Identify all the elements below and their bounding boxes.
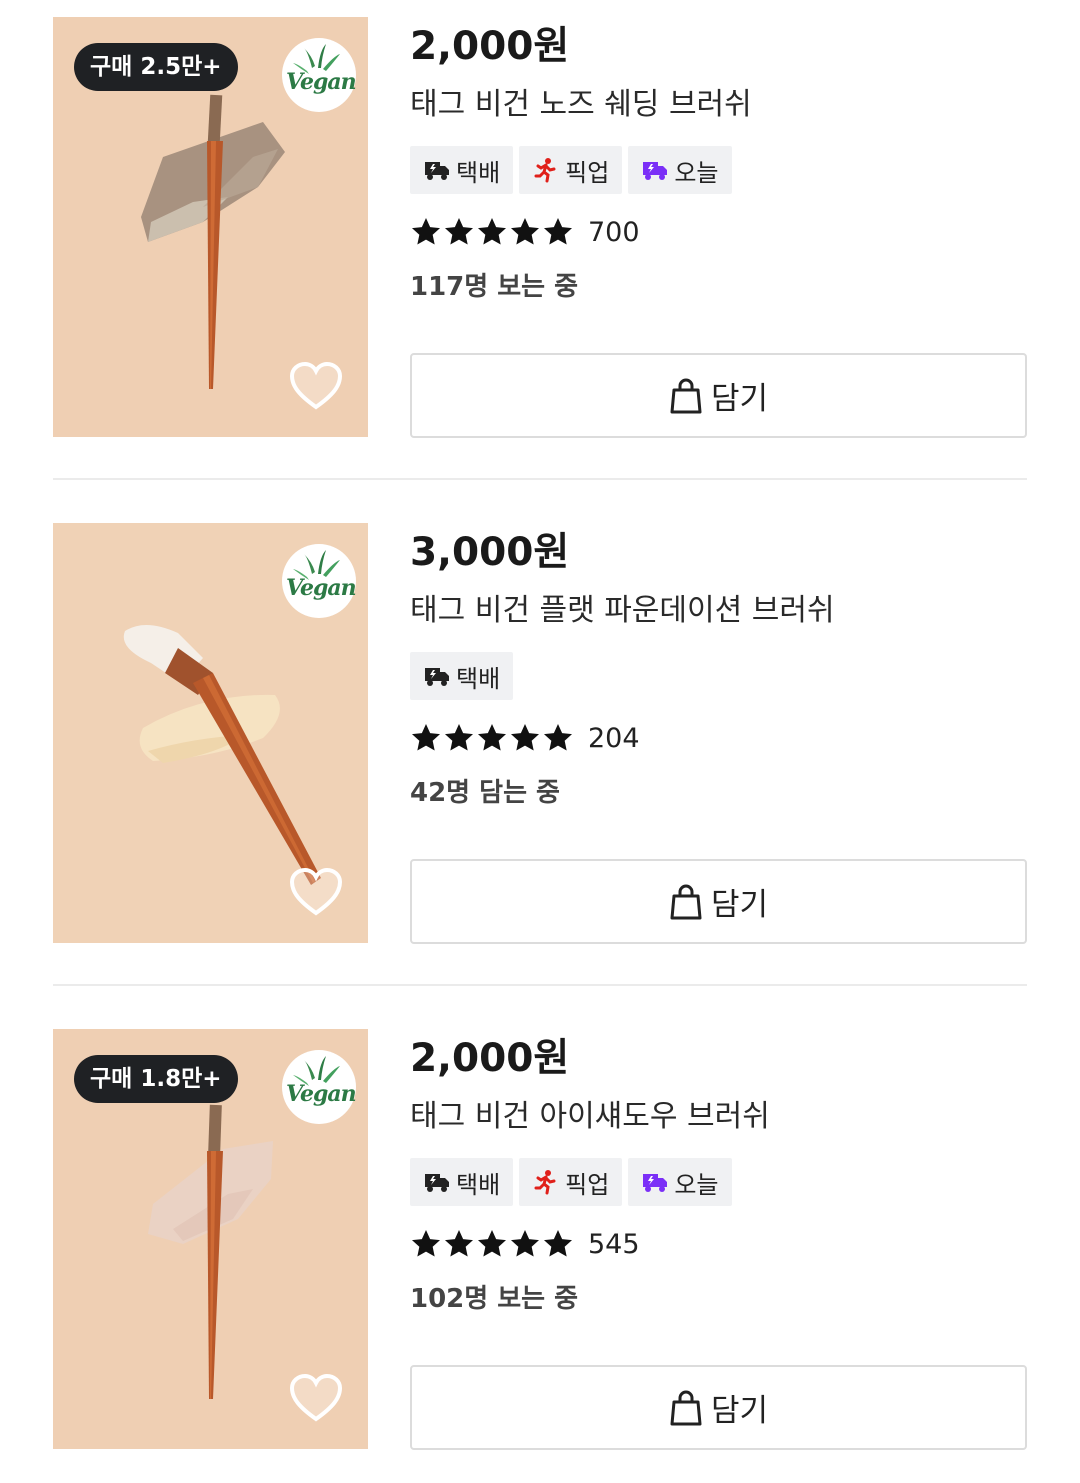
divider bbox=[53, 478, 1027, 480]
tag-label: 픽업 bbox=[565, 1170, 610, 1199]
purchase-count-badge: 구매 1.8만+ bbox=[74, 1055, 238, 1103]
tag-label: 픽업 bbox=[565, 158, 610, 187]
wishlist-heart-icon[interactable] bbox=[289, 1373, 343, 1423]
tag-today: 오늘 bbox=[628, 1158, 732, 1206]
vegan-certification-icon: Vegan bbox=[282, 38, 357, 112]
tag-label: 택배 bbox=[456, 664, 501, 693]
cart-button-label: 담기 bbox=[710, 887, 769, 923]
star-icon bbox=[544, 1230, 572, 1257]
tag-pickup: 픽업 bbox=[519, 146, 623, 194]
vegan-certification-icon: Vegan bbox=[282, 1050, 357, 1124]
review-count: 700 bbox=[588, 216, 640, 248]
wishlist-heart-icon[interactable] bbox=[289, 361, 343, 411]
product-card[interactable]: 구매 1.8만+ Vegan 2,000원 태그 비건 아이섀도우 브러쉬 택배… bbox=[53, 1029, 1027, 1450]
star-icon bbox=[511, 1230, 539, 1257]
product-card[interactable]: Vegan 3,000원 태그 비건 플랫 파운데이션 브러쉬 택배 204 4… bbox=[53, 523, 1027, 944]
star-icon bbox=[412, 724, 440, 751]
star-icon bbox=[412, 218, 440, 245]
product-list: 구매 2.5만+ Vegan 2,000원 태그 비건 노즈 쉐딩 브러쉬 택배… bbox=[0, 0, 1080, 1483]
add-to-cart-button[interactable]: 담기 bbox=[410, 353, 1027, 438]
divider bbox=[53, 984, 1027, 986]
add-to-cart-button[interactable]: 담기 bbox=[410, 1365, 1027, 1450]
tag-label: 택배 bbox=[456, 1170, 501, 1199]
review-count: 545 bbox=[588, 1228, 640, 1260]
tag-label: 택배 bbox=[456, 158, 501, 187]
product-card[interactable]: 구매 2.5만+ Vegan 2,000원 태그 비건 노즈 쉐딩 브러쉬 택배… bbox=[53, 17, 1027, 438]
rating: 204 bbox=[410, 721, 640, 755]
star-icon bbox=[544, 218, 572, 245]
pickup-runner-icon bbox=[533, 157, 559, 183]
delivery-truck-icon bbox=[424, 663, 450, 689]
product-info: 2,000원 태그 비건 아이섀도우 브러쉬 택배 픽업 오늘 545 102명… bbox=[410, 1029, 1027, 1450]
star-icon bbox=[445, 218, 473, 245]
tag-pickup: 픽업 bbox=[519, 1158, 623, 1206]
activity-text: 102명 보는 중 bbox=[410, 1284, 579, 1314]
product-price: 3,000원 bbox=[410, 530, 570, 575]
product-name[interactable]: 태그 비건 아이섀도우 브러쉬 bbox=[410, 1091, 770, 1135]
product-name[interactable]: 태그 비건 플랫 파운데이션 브러쉬 bbox=[410, 585, 835, 629]
rating: 545 bbox=[410, 1227, 640, 1261]
star-icon bbox=[544, 724, 572, 751]
activity-text: 117명 보는 중 bbox=[410, 272, 579, 302]
cart-button-label: 담기 bbox=[710, 381, 769, 417]
star-icon bbox=[511, 724, 539, 751]
star-rating bbox=[410, 216, 574, 248]
delivery-truck-icon bbox=[424, 1169, 450, 1195]
star-icon bbox=[445, 1230, 473, 1257]
delivery-tags: 택배 bbox=[410, 652, 514, 700]
activity-text: 42명 담는 중 bbox=[410, 778, 560, 808]
shopping-bag-icon bbox=[670, 1390, 702, 1425]
wishlist-heart-icon[interactable] bbox=[289, 867, 343, 917]
tag-delivery: 택배 bbox=[410, 1158, 514, 1206]
product-price: 2,000원 bbox=[410, 1036, 570, 1081]
product-info: 2,000원 태그 비건 노즈 쉐딩 브러쉬 택배 픽업 오늘 700 117명… bbox=[410, 17, 1027, 438]
review-count: 204 bbox=[588, 722, 640, 754]
star-rating bbox=[410, 722, 574, 754]
shopping-bag-icon bbox=[670, 884, 702, 919]
star-icon bbox=[445, 724, 473, 751]
cart-button-label: 담기 bbox=[710, 1393, 769, 1429]
tag-delivery: 택배 bbox=[410, 146, 514, 194]
star-rating bbox=[410, 1228, 574, 1260]
star-icon bbox=[412, 1230, 440, 1257]
star-icon bbox=[478, 724, 506, 751]
star-icon bbox=[478, 1230, 506, 1257]
product-name[interactable]: 태그 비건 노즈 쉐딩 브러쉬 bbox=[410, 79, 752, 123]
pickup-runner-icon bbox=[533, 1169, 559, 1195]
delivery-truck-icon bbox=[424, 157, 450, 183]
tag-delivery: 택배 bbox=[410, 652, 514, 700]
tag-today: 오늘 bbox=[628, 146, 732, 194]
add-to-cart-button[interactable]: 담기 bbox=[410, 859, 1027, 944]
purchase-count-badge: 구매 2.5만+ bbox=[74, 43, 238, 91]
product-price: 2,000원 bbox=[410, 24, 570, 69]
tag-label: 오늘 bbox=[674, 1170, 719, 1199]
product-image[interactable]: 구매 2.5만+ Vegan bbox=[53, 17, 368, 437]
today-delivery-icon bbox=[642, 1169, 668, 1195]
delivery-tags: 택배 픽업 오늘 bbox=[410, 146, 732, 194]
rating: 700 bbox=[410, 215, 640, 249]
tag-label: 오늘 bbox=[674, 158, 719, 187]
star-icon bbox=[478, 218, 506, 245]
product-image[interactable]: 구매 1.8만+ Vegan bbox=[53, 1029, 368, 1449]
today-delivery-icon bbox=[642, 157, 668, 183]
shopping-bag-icon bbox=[670, 378, 702, 413]
vegan-certification-icon: Vegan bbox=[282, 544, 357, 618]
product-image[interactable]: Vegan bbox=[53, 523, 368, 943]
product-info: 3,000원 태그 비건 플랫 파운데이션 브러쉬 택배 204 42명 담는 … bbox=[410, 523, 1027, 944]
star-icon bbox=[511, 218, 539, 245]
delivery-tags: 택배 픽업 오늘 bbox=[410, 1158, 732, 1206]
